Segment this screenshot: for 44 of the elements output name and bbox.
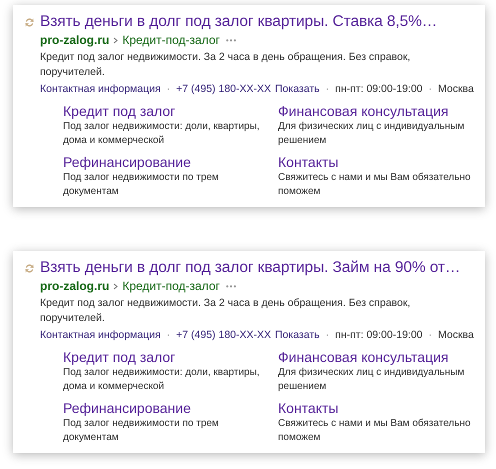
domain-link[interactable]: pro-zalog.ru: [40, 33, 110, 47]
sitelink[interactable]: Кредит под залог: [63, 349, 278, 365]
separator-dot: ·: [428, 329, 433, 341]
path-link[interactable]: Кредит-под-залог: [122, 33, 220, 47]
ad-title-link[interactable]: Взять деньги в долг под залог квартиры. Займ на 90% от…: [40, 259, 460, 277]
separator-dot: ·: [428, 83, 433, 95]
sitelink-description: Под залог недвижимости: доли, квартиры, дома и коммерческой: [63, 366, 261, 394]
domain-link[interactable]: pro-zalog.ru: [40, 279, 110, 293]
sitelink-description: Под залог недвижимости по трем документам: [63, 417, 220, 445]
show-phone-link[interactable]: Показать: [275, 83, 320, 95]
separator-dot: ·: [324, 329, 330, 341]
sitelink-description: Свяжитесь с нами и мы Вам обязательно поможем: [278, 171, 472, 199]
contact-detail: пн-пт: 09:00-19:00: [335, 329, 422, 341]
sitelink-description: Под залог недвижимости по трем документам: [63, 171, 220, 199]
sitelink[interactable]: Финансовая консультация: [278, 103, 493, 119]
sitelink-description: Для физических лиц с индивидуальным решением: [278, 366, 466, 394]
contact-detail: пн-пт: 09:00-19:00: [335, 83, 422, 95]
breadcrumb-chevron-icon: [113, 36, 118, 44]
sitelink-description: Под залог недвижимости: доли, квартиры, дома и коммерческой: [63, 120, 261, 148]
sitelink[interactable]: Рефинансирование: [63, 400, 278, 416]
phone-number: +7 (495) 180-XX-XX: [176, 83, 271, 95]
sitelink[interactable]: Рефинансирование: [63, 154, 278, 170]
separator-dot: ·: [166, 83, 172, 95]
ad-description: Кредит под залог недвижимости. За 2 часа в день обращения. Без справок, поручителей.: [40, 296, 412, 326]
phone-number: +7 (495) 180-XX-XX: [176, 329, 271, 341]
sitelink[interactable]: Контакты: [278, 154, 493, 170]
separator-dot: ·: [166, 329, 172, 341]
ad-title-link[interactable]: Взять деньги в долг под залог квартиры. Ставка 8,5%…: [40, 13, 438, 31]
contact-info-link[interactable]: Контактная информация: [40, 83, 161, 95]
contact-detail: Москва: [438, 83, 474, 95]
ad-description: Кредит под залог недвижимости. За 2 часа в день обращения. Без справок, поручителей.: [40, 50, 412, 80]
breadcrumb-chevron-icon: [113, 282, 118, 290]
sitelink[interactable]: Контакты: [278, 400, 493, 416]
contact-info-link[interactable]: Контактная информация: [40, 329, 161, 341]
refresh-arrows-icon: [24, 262, 35, 274]
sitelink-description: Для физических лиц с индивидуальным решением: [278, 120, 466, 148]
sitelink[interactable]: Финансовая консультация: [278, 349, 493, 365]
path-link[interactable]: Кредит-под-залог: [122, 279, 220, 293]
sitelink-description: Свяжитесь с нами и мы Вам обязательно поможем: [278, 417, 472, 445]
sitelink[interactable]: Кредит под залог: [63, 103, 278, 119]
contact-detail: Москва: [438, 329, 474, 341]
separator-dot: ·: [324, 83, 330, 95]
show-phone-link[interactable]: Показать: [275, 329, 320, 341]
refresh-arrows-icon: [24, 16, 35, 28]
